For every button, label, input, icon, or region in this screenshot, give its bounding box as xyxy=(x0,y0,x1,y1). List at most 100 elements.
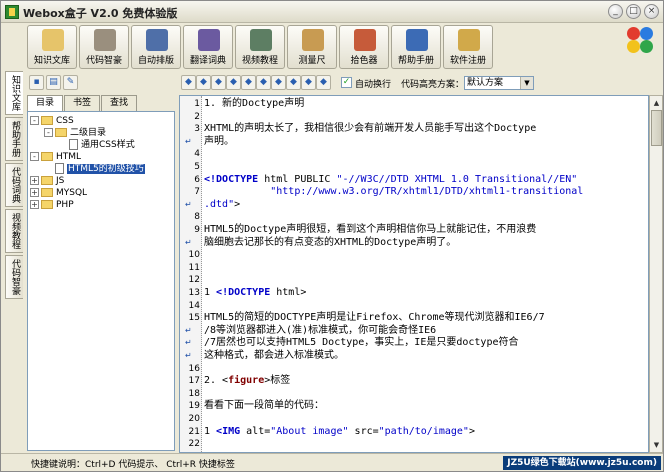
toolbar-button-4[interactable]: 视频教程 xyxy=(235,25,285,69)
folder-icon xyxy=(41,188,53,197)
vertical-tab-strip: 知识文库帮助手册代码词典视频教程代码智豪 xyxy=(3,71,23,301)
line-number: 4 xyxy=(194,149,200,160)
line-number: 10 xyxy=(188,250,200,261)
code-text: HTML5的简短的DOCTYPE声明是让Firefox、Chrome等现代浏览器… xyxy=(204,312,545,324)
window-title: Webox盒子 V2.0 免费体验版 xyxy=(23,7,178,20)
scroll-thumb[interactable] xyxy=(651,110,662,146)
back-icon[interactable]: ◆ xyxy=(181,75,196,90)
folder-icon xyxy=(41,116,53,125)
code-text: <!DOCTYPE html PUBLIC "-//W3C//DTD XHTML… xyxy=(204,173,578,185)
code-text: 声明。 xyxy=(204,135,234,147)
collapse-icon[interactable]: - xyxy=(44,128,53,137)
editor-line: 22 xyxy=(180,438,648,450)
code-text: /8等浏览器都进入(准)标准模式，你可能会奇怪IE6 xyxy=(204,324,437,336)
tree-node[interactable]: + JS xyxy=(30,175,172,187)
watermark: JZ5U绿色下载站(www.jz5u.com) xyxy=(503,456,661,470)
code-editor[interactable]: 1 1. 新的Doctype声明 2 3 XHTML的声明太长了，我相信很少会有前端开发… xyxy=(179,95,649,453)
collapse-icon[interactable]: - xyxy=(30,116,39,125)
editor-line: 19 看看下面一段简单的代码： xyxy=(180,400,648,412)
tree-node-label: 通用CSS样式 xyxy=(81,140,135,150)
editor-line: 8 xyxy=(180,211,648,223)
maximize-button[interactable]: □ xyxy=(626,4,641,19)
tree-node[interactable]: 通用CSS样式 xyxy=(30,139,172,151)
line-number: 16 xyxy=(188,363,200,374)
vertical-scrollbar[interactable]: ▲ ▼ xyxy=(649,95,663,453)
palette-icon xyxy=(354,29,376,51)
highlight-scheme-select[interactable]: 默认方案 ▼ xyxy=(464,76,534,90)
wrap-marker-icon: ↵ xyxy=(185,199,192,209)
expand-icon[interactable]: + xyxy=(30,188,39,197)
expand-icon[interactable]: + xyxy=(30,176,39,185)
arrow-right-icon[interactable]: ◆ xyxy=(226,75,241,90)
editor-line: 13 1 <!DOCTYPE html> xyxy=(180,287,648,299)
editor-line: 17 2. <figure>标签 xyxy=(180,375,648,387)
tree-node[interactable]: HTML5的初级技巧 xyxy=(30,163,172,175)
line-number: 2 xyxy=(194,111,200,122)
editor-line: 4 xyxy=(180,148,648,160)
cut-icon[interactable]: ◆ xyxy=(256,75,271,90)
tree-node[interactable]: - CSS xyxy=(30,115,172,127)
toolbar-button-6[interactable]: 拾色器 xyxy=(339,25,389,69)
tab-contents[interactable]: 目录 xyxy=(27,95,64,112)
brush-icon[interactable]: ✎ xyxy=(63,75,78,90)
tree-toolbar: ▪ ▤ ✎ xyxy=(25,73,177,93)
paste-icon[interactable]: ◆ xyxy=(286,75,301,90)
delete-icon[interactable]: ◆ xyxy=(301,75,316,90)
toolbar-button-7[interactable]: 帮助手册 xyxy=(391,25,441,69)
translate-icon xyxy=(198,29,220,51)
tree-node[interactable]: + PHP xyxy=(30,199,172,211)
chevron-down-icon[interactable]: ▼ xyxy=(520,77,533,89)
tab-bookmarks[interactable]: 书签 xyxy=(64,95,101,111)
editor-line: 14 xyxy=(180,300,648,312)
tree-node-label: CSS xyxy=(56,116,74,126)
app-icon xyxy=(5,5,19,19)
vertical-tab-2[interactable]: 代码词典 xyxy=(5,163,23,207)
toolbar-button-3[interactable]: 翻译词典 xyxy=(183,25,233,69)
line-number: 7 xyxy=(194,187,200,198)
toolbar-button-5[interactable]: 测量尺 xyxy=(287,25,337,69)
editor-line: 20 xyxy=(180,413,648,425)
scroll-up-icon[interactable]: ▲ xyxy=(651,97,662,109)
line-number: 1 xyxy=(194,99,200,109)
copy-icon[interactable]: ◆ xyxy=(271,75,286,90)
go-icon[interactable]: ◆ xyxy=(211,75,226,90)
undo-icon[interactable]: ◆ xyxy=(241,75,256,90)
tree-node[interactable]: + MYSQL xyxy=(30,187,172,199)
layout-icon xyxy=(146,29,168,51)
vertical-tab-4[interactable]: 代码智豪 xyxy=(5,255,23,299)
forward-icon[interactable]: ◆ xyxy=(196,75,211,90)
collapse-icon[interactable]: - xyxy=(30,152,39,161)
save-icon[interactable]: ▪ xyxy=(29,75,44,90)
file-tree: - CSS - 二级目录 通用CSS样式 - HTML HTML5的初级技巧 + JS + MYSQL… xyxy=(27,111,175,451)
toolbar-button-8[interactable]: 软件注册 xyxy=(443,25,493,69)
tree-node[interactable]: - HTML xyxy=(30,151,172,163)
expand-icon[interactable]: + xyxy=(30,200,39,209)
toolbar-button-2[interactable]: 自动排版 xyxy=(131,25,181,69)
line-number: 6 xyxy=(194,174,200,185)
auto-wrap-checkbox[interactable]: ✓ xyxy=(341,77,352,88)
editor-line: 2 xyxy=(180,111,648,123)
main-toolbar: 知识文库 代码智豪 自动排版 翻译词典 视频教程 测量尺 拾色器 帮助手册 软件注册 xyxy=(1,23,663,71)
editor-line: ↵ /8等浏览器都进入(准)标准模式，你可能会奇怪IE6 xyxy=(180,324,648,337)
scroll-down-icon[interactable]: ▼ xyxy=(651,439,662,451)
toolbar-button-1[interactable]: 代码智豪 xyxy=(79,25,129,69)
code-text: 这种格式，都会进入标准模式。 xyxy=(204,350,344,361)
close-button[interactable]: × xyxy=(644,4,659,19)
minimize-button[interactable]: _ xyxy=(608,4,623,19)
toolbar-button-label: 测量尺 xyxy=(298,56,326,66)
find-icon[interactable]: ◆ xyxy=(316,75,331,90)
vertical-tab-1[interactable]: 帮助手册 xyxy=(5,117,23,161)
toolbar-button-label: 代码智豪 xyxy=(85,56,122,66)
tab-search[interactable]: 查找 xyxy=(101,95,138,111)
tree-node[interactable]: - 二级目录 xyxy=(30,127,172,139)
editor-line: ↵ 这种格式，都会进入标准模式。 xyxy=(180,350,648,362)
line-number: 22 xyxy=(188,439,200,450)
title-bar: Webox盒子 V2.0 免费体验版 _ □ × xyxy=(1,1,663,23)
vertical-tab-0[interactable]: 知识文库 xyxy=(5,71,23,115)
vertical-tab-3[interactable]: 视频教程 xyxy=(5,209,23,253)
left-pane: ▪ ▤ ✎ 目录 书签 查找 - CSS - 二级目录 通用CSS样式 - HTML HTML… xyxy=(25,73,177,453)
folder-icon[interactable]: ▤ xyxy=(46,75,61,90)
toolbar-button-label: 软件注册 xyxy=(449,56,486,66)
toolbar-button-0[interactable]: 知识文库 xyxy=(27,25,77,69)
line-number: 17 xyxy=(188,376,200,387)
